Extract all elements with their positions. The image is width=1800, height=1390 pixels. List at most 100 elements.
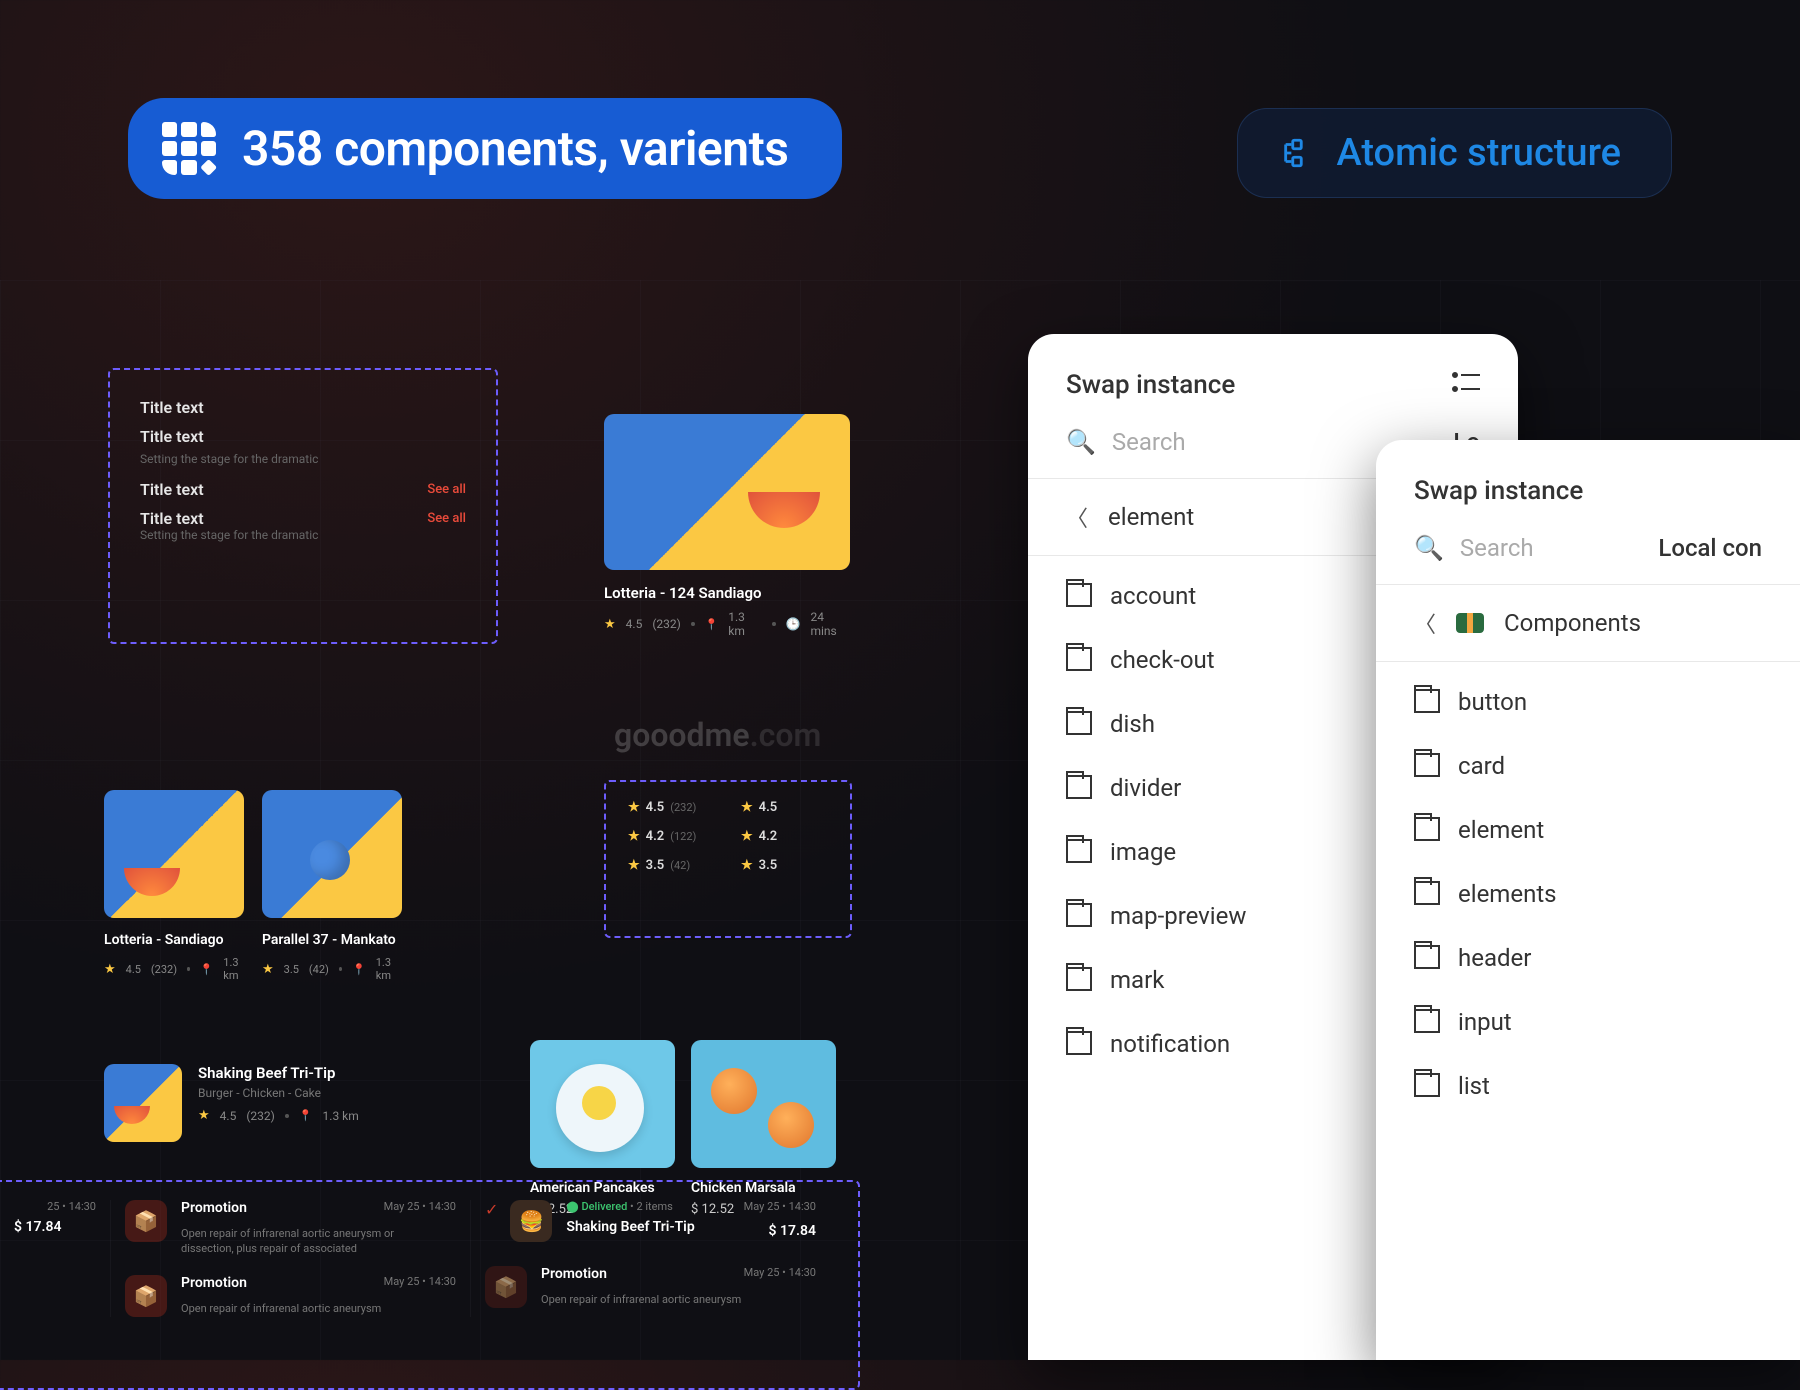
star-icon: ★ <box>741 858 753 873</box>
order-card-delivered[interactable]: ✓ 🍔 ⬤ Delivered • 2 items May 25 • 14:30… <box>470 1200 830 1317</box>
clock-icon: 🕒 <box>786 617 801 631</box>
order-card-partial[interactable]: 25 • 14:30 $ 17.84 <box>0 1200 110 1317</box>
time-value: 24 mins <box>810 610 850 638</box>
package-icon: 📦 <box>125 1275 167 1317</box>
star-icon: ★ <box>741 829 753 844</box>
restaurant-meta: ★ 4.5 (232) 📍 1.3 km <box>104 956 244 982</box>
restaurant-image <box>262 790 402 918</box>
rating-count: (232) <box>652 617 681 631</box>
breadcrumb-back[interactable]: 〈 Components <box>1376 585 1800 662</box>
components-count-pill: 358 components, varients <box>128 98 842 199</box>
breadcrumb-label: Components <box>1504 609 1641 637</box>
pin-icon: 📍 <box>200 963 214 976</box>
folder-icon <box>1066 713 1092 735</box>
folder-icon <box>1066 905 1092 927</box>
restaurant-image <box>604 414 850 570</box>
scope-dropdown[interactable]: Local con <box>1658 534 1762 562</box>
search-input[interactable]: Search <box>1460 534 1642 562</box>
folder-item[interactable]: elements <box>1396 862 1780 926</box>
restaurant-meta: ★ 3.5 (42) 📍 1.3 km <box>262 956 402 982</box>
folder-icon <box>1066 585 1092 607</box>
star-icon: ★ <box>628 858 640 873</box>
folder-icon <box>1066 841 1092 863</box>
dish-meta: ★ 4.5 (232) 📍 1.3 km <box>198 1108 359 1123</box>
search-icon[interactable]: 🔍 <box>1414 534 1444 562</box>
list-view-icon[interactable] <box>1452 370 1480 400</box>
restaurant-card-small[interactable]: Parallel 37 - Mankato ★ 3.5 (42) 📍 1.3 k… <box>262 790 402 982</box>
order-card-variants-group: 25 • 14:30 $ 17.84 📦 PromotionMay 25 • 1… <box>0 1180 860 1390</box>
restaurant-image <box>104 790 244 918</box>
restaurant-name: Lotteria - Sandiago <box>104 932 244 948</box>
folder-item[interactable]: input <box>1396 990 1780 1054</box>
title-subtitle: Setting the stage for the dramatic <box>140 528 466 542</box>
package-icon: 📦 <box>485 1266 527 1308</box>
pin-icon: 📍 <box>352 963 366 976</box>
star-icon: ★ <box>262 962 274 977</box>
title-subtitle: Setting the stage for the dramatic <box>140 452 466 466</box>
brand-logo-icon <box>162 122 216 176</box>
folder-icon <box>1414 819 1440 841</box>
dish-name: Shaking Beef Tri-Tip <box>198 1064 359 1082</box>
star-icon: ★ <box>104 962 116 977</box>
star-icon: ★ <box>741 800 753 815</box>
breadcrumb-label: element <box>1108 503 1194 531</box>
distance-value: 1.3 km <box>728 610 762 638</box>
restaurant-card-small[interactable]: Lotteria - Sandiago ★ 4.5 (232) 📍 1.3 km <box>104 790 244 982</box>
star-icon: ★ <box>628 829 640 844</box>
folder-item[interactable]: card <box>1396 734 1780 798</box>
restaurant-name: Parallel 37 - Mankato <box>262 932 402 948</box>
dish-image <box>691 1040 836 1168</box>
pin-icon: 📍 <box>299 1109 313 1122</box>
rating-chip: ★4.5 <box>741 800 828 815</box>
folder-item[interactable]: list <box>1396 1054 1780 1118</box>
see-all-link[interactable]: See all <box>427 482 466 497</box>
dish-tags: Burger - Chicken - Cake <box>198 1086 359 1100</box>
search-icon[interactable]: 🔍 <box>1066 428 1096 456</box>
panel-title: Swap instance <box>1414 476 1583 506</box>
atomic-structure-pill: Atomic structure <box>1237 108 1672 198</box>
folder-icon <box>1066 1033 1092 1055</box>
folder-icon <box>1414 755 1440 777</box>
star-icon: ★ <box>604 617 616 632</box>
rating-chip: ★3.5 <box>741 858 828 873</box>
folder-item[interactable]: header <box>1396 926 1780 990</box>
swap-instance-panel: Swap instance 🔍 Search Local con 〈 Compo… <box>1376 440 1800 1360</box>
star-icon: ★ <box>198 1108 210 1123</box>
search-row: 🔍 Search Local con <box>1376 534 1800 585</box>
restaurant-meta: ★ 4.5 (232) 📍 1.3 km 🕒 24 mins <box>604 610 850 638</box>
title-text-variant: Title text See all <box>140 509 466 528</box>
components-count-label: 358 components, varients <box>242 120 788 177</box>
folder-icon <box>1414 691 1440 713</box>
folder-icon <box>1066 777 1092 799</box>
folder-item[interactable]: button <box>1396 670 1780 734</box>
dish-image <box>530 1040 675 1168</box>
atomic-structure-label: Atomic structure <box>1336 131 1621 175</box>
restaurant-name: Lotteria - 124 Sandiago <box>604 584 850 602</box>
panel-title: Swap instance <box>1066 370 1235 400</box>
folder-icon <box>1414 1011 1440 1033</box>
delivered-badge: ⬤ Delivered <box>566 1200 627 1213</box>
see-all-link[interactable]: See all <box>427 511 466 526</box>
pin-icon: 📍 <box>705 618 719 631</box>
order-card-promo[interactable]: 📦 PromotionMay 25 • 14:30 Open repair of… <box>110 1200 470 1317</box>
rating-chip: ★4.2(122) <box>628 829 715 844</box>
folder-item[interactable]: element <box>1396 798 1780 862</box>
restaurant-card-large[interactable]: Lotteria - 124 Sandiago ★ 4.5 (232) 📍 1.… <box>604 414 850 638</box>
dish-card-horizontal[interactable]: Shaking Beef Tri-Tip Burger - Chicken - … <box>104 1064 359 1142</box>
rating-chip: ★4.2 <box>741 829 828 844</box>
burger-icon: 🍔 <box>510 1200 552 1242</box>
rating-value: 4.5 <box>626 617 643 631</box>
package-icon: 📦 <box>125 1200 167 1242</box>
folder-icon <box>1066 649 1092 671</box>
title-text-variant: Title text <box>140 427 466 446</box>
watermark-text: gooodme.com <box>614 716 821 754</box>
tree-icon <box>1280 136 1314 170</box>
title-text-variants-group: Title text Title text Setting the stage … <box>108 368 498 644</box>
folder-icon <box>1414 883 1440 905</box>
folder-icon <box>1414 947 1440 969</box>
rating-chip: ★4.5(232) <box>628 800 715 815</box>
restaurant-card-small-row: Lotteria - Sandiago ★ 4.5 (232) 📍 1.3 km… <box>104 790 402 982</box>
component-badge-icon <box>1456 613 1484 633</box>
component-folder-list: button card element elements header inpu… <box>1376 662 1800 1126</box>
check-icon: ✓ <box>485 1200 498 1219</box>
